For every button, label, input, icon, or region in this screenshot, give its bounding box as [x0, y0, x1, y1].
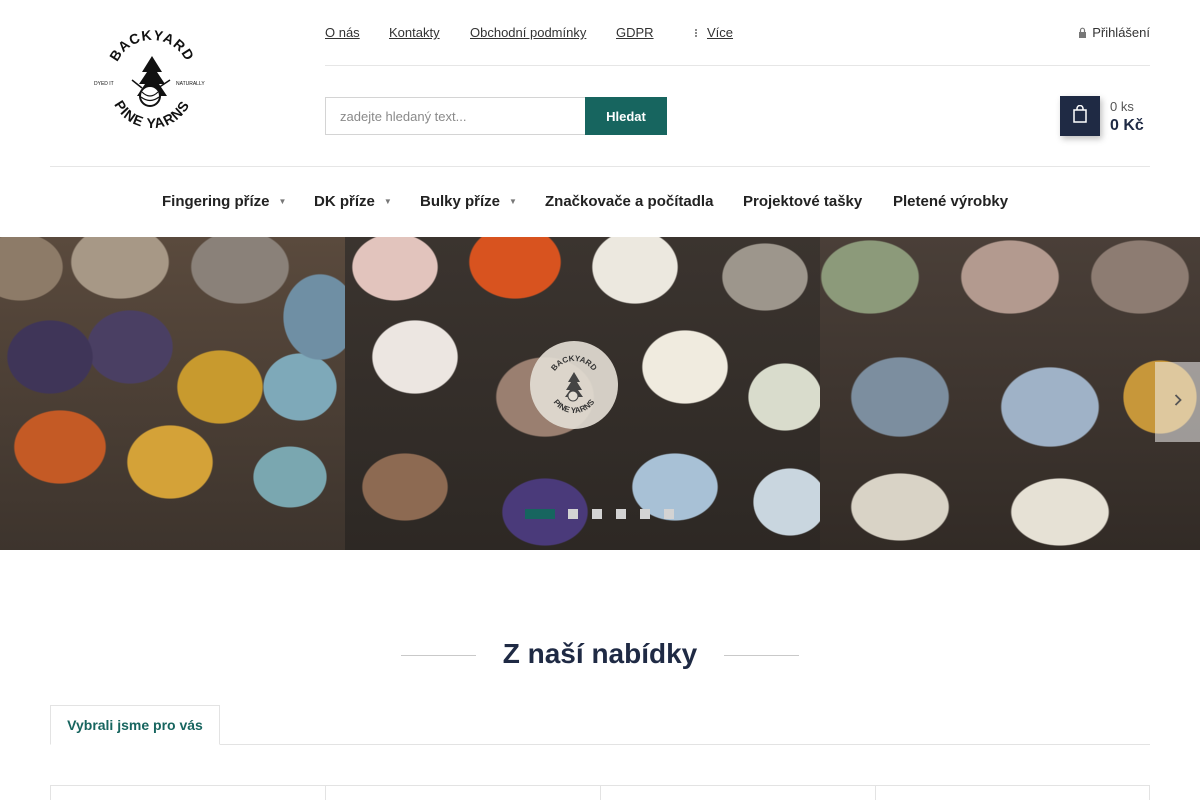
product-grid: [50, 785, 1150, 800]
slider-dot[interactable]: [664, 509, 674, 519]
nav-item-projektove-tasky[interactable]: Projektové tašky: [743, 193, 862, 210]
hero-image-yarn-left: [0, 237, 345, 550]
svg-text:BACKYARD: BACKYARD: [549, 354, 598, 373]
menu-dots-icon: [691, 26, 701, 37]
logo-left: DYED IT: [94, 81, 114, 87]
nav-item-znackovace[interactable]: Značkovače a počítadla: [545, 193, 713, 210]
nav-item-label: Pletené výrobky: [893, 193, 1009, 210]
more-label: Více: [707, 25, 734, 40]
nav-item-fingering[interactable]: Fingering příze ▼: [162, 193, 286, 210]
slider-dot[interactable]: [592, 509, 602, 519]
cart-icon: [1073, 104, 1087, 128]
nav-item-bulky[interactable]: Bulky příze ▼: [420, 193, 517, 210]
logo-right: NATURALLY: [176, 81, 205, 87]
nav-item-label: Projektové tašky: [743, 193, 863, 210]
title-divider-right: [724, 655, 799, 656]
section-title: Z naší nabídky: [502, 638, 698, 669]
slider-dot[interactable]: [616, 509, 626, 519]
login-link[interactable]: Přihlášení: [1078, 25, 1150, 40]
chevron-down-icon: ▼: [509, 197, 517, 206]
chevron-down-icon: ▼: [278, 197, 287, 206]
link-obchodni-podminky[interactable]: Obchodní podmínky: [470, 25, 586, 40]
top-links-bar: O nás Kontakty Obchodní podmínky GDPR Ví…: [325, 0, 1150, 66]
search-input[interactable]: [325, 97, 585, 135]
site-header: BACKYARD PINE YARNS DYED IT NATURALLY O …: [50, 0, 1150, 167]
slider-dot[interactable]: [568, 509, 578, 519]
badge-line1: BACKYARD: [549, 354, 598, 373]
slider-dot[interactable]: [525, 509, 555, 519]
link-kontakty[interactable]: Kontakty: [389, 25, 440, 40]
slider-dot[interactable]: [640, 509, 650, 519]
product-card[interactable]: [875, 786, 1150, 800]
login-label: Přihlášení: [1092, 25, 1150, 40]
chevron-right-icon: [1174, 393, 1182, 411]
search-button[interactable]: Hledat: [585, 97, 667, 135]
hero-slider[interactable]: BACKYARD PINE YARNS: [0, 237, 1200, 550]
nav-item-label: DK příze: [314, 193, 375, 210]
site-logo[interactable]: BACKYARD PINE YARNS DYED IT NATURALLY: [92, 27, 212, 138]
hero-image-yarn-right: [820, 237, 1200, 550]
lock-icon: [1078, 26, 1087, 38]
more-menu[interactable]: Více: [691, 25, 733, 40]
chevron-down-icon: ▼: [383, 197, 392, 206]
cart-widget[interactable]: 0 ks 0 Kč: [1060, 96, 1150, 136]
product-card[interactable]: [600, 786, 875, 800]
nav-item-pletene-vyrobky[interactable]: Pletené výrobky: [893, 193, 1008, 210]
nav-item-label: Fingering příze: [162, 193, 270, 210]
hero-logo-badge: BACKYARD PINE YARNS: [530, 341, 618, 429]
nav-item-label: Bulky příze: [420, 193, 501, 210]
cart-price: 0 Kč: [1110, 117, 1144, 134]
link-gdpr[interactable]: GDPR: [616, 25, 654, 40]
product-card[interactable]: [325, 786, 600, 800]
cart-button[interactable]: [1060, 96, 1100, 136]
link-o-nas[interactable]: O nás: [325, 25, 360, 40]
nav-item-label: Značkovače a počítadla: [545, 193, 714, 210]
cart-count: 0 ks: [1110, 99, 1134, 114]
tab-vybrali-jsme-pro-vas[interactable]: Vybrali jsme pro vás: [50, 705, 220, 745]
main-nav: Fingering příze ▼ DK příze ▼ Bulky příze ▼ …: [0, 167, 1200, 237]
slider-next-button[interactable]: [1155, 362, 1200, 442]
nav-item-dk[interactable]: DK příze ▼: [314, 193, 392, 210]
product-card[interactable]: [50, 786, 325, 800]
